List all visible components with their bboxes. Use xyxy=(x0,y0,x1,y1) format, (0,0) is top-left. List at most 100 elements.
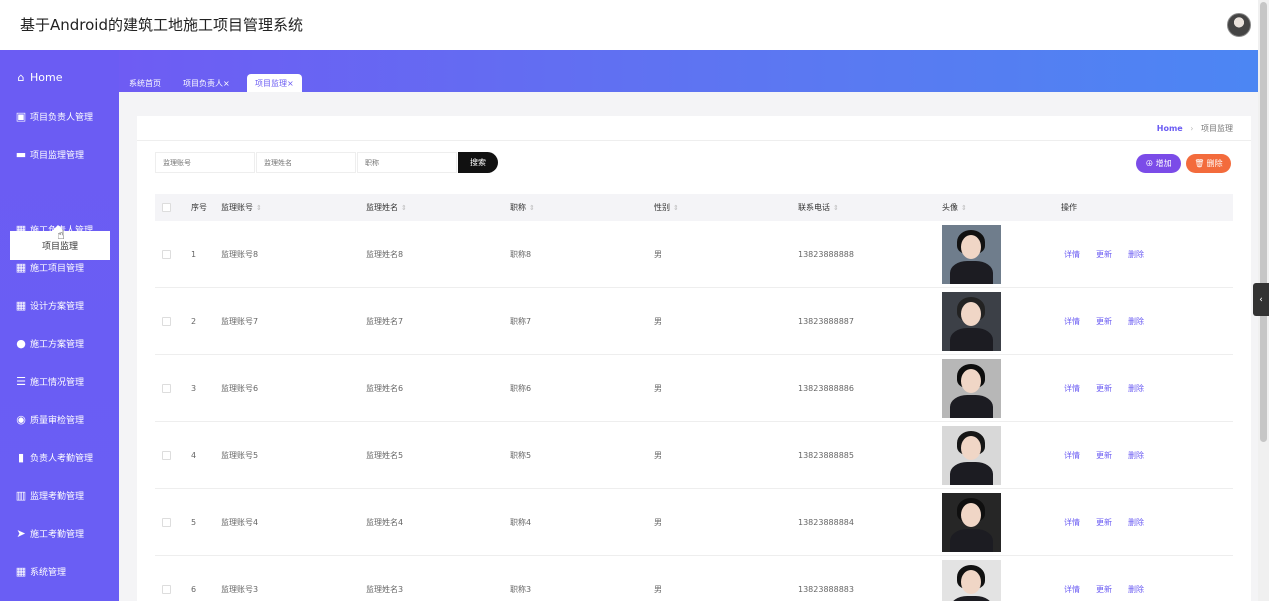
sidebar-item-label: 质量审检管理 xyxy=(30,415,85,426)
cell-account: 监理账号8 xyxy=(221,249,259,259)
delete-link[interactable]: 删除 xyxy=(1128,584,1144,595)
header-name[interactable]: 监理姓名 ⇕ xyxy=(366,194,407,221)
collapse-panel-icon[interactable]: ‹ xyxy=(1253,283,1269,316)
sidebar-item-supervisor-attendance[interactable]: ▥ 监理考勤管理 xyxy=(0,480,119,510)
update-link[interactable]: 更新 xyxy=(1096,316,1112,327)
sidebar-item-construction-leader[interactable]: ▦ 施工负责人管理 xyxy=(0,214,119,244)
detail-link[interactable]: 详情 xyxy=(1064,517,1080,528)
sidebar-item-design-plan[interactable]: ▦ 设计方案管理 xyxy=(0,290,119,320)
photo-face xyxy=(961,368,981,393)
add-button[interactable]: ⊕ 增加 xyxy=(1136,154,1181,173)
header-account[interactable]: 监理账号 ⇕ xyxy=(221,194,262,221)
delete-button[interactable]: 🗑 删除 xyxy=(1186,154,1231,173)
select-all-checkbox[interactable] xyxy=(162,194,171,221)
cell-gender: 男 xyxy=(654,316,662,326)
sidebar-item-home[interactable]: ⌂ Home xyxy=(0,62,119,92)
breadcrumb: Home › 项目监理 xyxy=(1157,123,1233,134)
sidebar-item-quality-check[interactable]: ◉ 质量审检管理 xyxy=(0,404,119,434)
detail-link[interactable]: 详情 xyxy=(1064,316,1080,327)
sidebar-item-construction-attendance[interactable]: ➤ 施工考勤管理 xyxy=(0,518,119,548)
update-link[interactable]: 更新 xyxy=(1096,450,1112,461)
grid-icon: ▦ xyxy=(15,260,27,274)
user-avatar[interactable] xyxy=(1227,13,1251,37)
cell-no: 4 xyxy=(191,450,197,460)
grid-icon: ▦ xyxy=(15,564,27,578)
cell-account: 监理账号5 xyxy=(221,450,259,460)
photo-body xyxy=(950,528,993,552)
sidebar-item-label: 施工方案管理 xyxy=(30,339,85,350)
delete-link[interactable]: 删除 xyxy=(1128,249,1144,260)
row-checkbox[interactable] xyxy=(162,422,171,488)
search-button[interactable]: 搜索 xyxy=(458,152,498,173)
table-row: 1 监理账号8 监理姓名8 职称8 男 13823888888 详情 更新 删除 xyxy=(155,221,1233,288)
sidebar-item-construction-project[interactable]: ▦ 施工项目管理 xyxy=(0,252,119,282)
row-actions: 详情 更新 删除 xyxy=(1064,355,1160,421)
header-label: 职称 xyxy=(510,203,526,212)
header-phone[interactable]: 联系电话 ⇕ xyxy=(798,194,839,221)
scrollbar-thumb[interactable] xyxy=(1260,2,1267,442)
sidebar-item-label: 施工情况管理 xyxy=(30,377,85,388)
supervisor-name-input[interactable] xyxy=(256,152,356,173)
title-input[interactable] xyxy=(357,152,457,173)
sidebar-item-label: 监理考勤管理 xyxy=(30,491,85,502)
header-title[interactable]: 职称 ⇕ xyxy=(510,194,535,221)
sidebar-item-label: 设计方案管理 xyxy=(30,301,85,312)
row-checkbox[interactable] xyxy=(162,556,171,601)
cell-gender: 男 xyxy=(654,249,662,259)
cell-no: 1 xyxy=(191,249,197,259)
sidebar-item-system[interactable]: ▦ 系统管理 xyxy=(0,556,119,586)
cell-gender: 男 xyxy=(654,383,662,393)
sidebar-item-leader-attendance[interactable]: ▮ 负责人考勤管理 xyxy=(0,442,119,472)
row-actions: 详情 更新 删除 xyxy=(1064,288,1160,354)
user-icon: ● xyxy=(16,336,26,350)
sidebar-item-supervisor[interactable]: ▬ 项目监理管理 xyxy=(0,139,119,169)
sidebar-item-construction-status[interactable]: ☰ 施工情况管理 xyxy=(0,366,119,396)
breadcrumb-separator: › xyxy=(1190,124,1194,133)
cell-name: 监理姓名7 xyxy=(366,316,404,326)
tab-project-leader[interactable]: 项目负责人× xyxy=(183,74,230,92)
cell-no: 6 xyxy=(191,584,197,594)
top-header: 基于Android的建筑工地施工项目管理系统 xyxy=(0,0,1258,50)
sidebar-item-project-leader[interactable]: ▣ 项目负责人管理 xyxy=(0,101,119,131)
update-link[interactable]: 更新 xyxy=(1096,383,1112,394)
cell-gender: 男 xyxy=(654,517,662,527)
table-row: 2 监理账号7 监理姓名7 职称7 男 13823888887 详情 更新 删除 xyxy=(155,288,1233,355)
supervisor-photo xyxy=(942,425,1001,485)
delete-link[interactable]: 删除 xyxy=(1128,517,1144,528)
detail-link[interactable]: 详情 xyxy=(1064,450,1080,461)
cell-phone: 13823888883 xyxy=(798,584,854,594)
breadcrumb-home[interactable]: Home xyxy=(1157,124,1183,133)
row-checkbox[interactable] xyxy=(162,355,171,421)
detail-link[interactable]: 详情 xyxy=(1064,383,1080,394)
detail-link[interactable]: 详情 xyxy=(1064,249,1080,260)
cell-title: 职称6 xyxy=(510,383,532,393)
delete-link[interactable]: 删除 xyxy=(1128,450,1144,461)
table-row: 4 监理账号5 监理姓名5 职称5 男 13823888885 详情 更新 删除 xyxy=(155,422,1233,489)
tab-supervisor[interactable]: 项目监理× xyxy=(247,74,302,92)
cell-no: 2 xyxy=(191,316,197,326)
header-gender[interactable]: 性别 ⇕ xyxy=(654,194,679,221)
avatar-cell xyxy=(942,489,1001,555)
chart-icon: ▥ xyxy=(15,488,27,502)
header-label: 联系电话 xyxy=(798,203,830,212)
update-link[interactable]: 更新 xyxy=(1096,249,1112,260)
avatar-cell xyxy=(942,221,1001,287)
row-checkbox[interactable] xyxy=(162,221,171,287)
header-label: 监理账号 xyxy=(221,203,253,212)
photo-body xyxy=(950,394,993,418)
row-checkbox[interactable] xyxy=(162,489,171,555)
avatar-cell xyxy=(942,422,1001,488)
grid-icon: ▦ xyxy=(15,298,27,312)
delete-link[interactable]: 删除 xyxy=(1128,316,1144,327)
row-checkbox[interactable] xyxy=(162,288,171,354)
header-photo[interactable]: 头像 ⇕ xyxy=(942,194,967,221)
detail-link[interactable]: 详情 xyxy=(1064,584,1080,595)
update-link[interactable]: 更新 xyxy=(1096,517,1112,528)
delete-link[interactable]: 删除 xyxy=(1128,383,1144,394)
avatar-cell xyxy=(942,556,1001,601)
tab-home[interactable]: 系统首页 xyxy=(129,74,161,92)
supervisor-account-input[interactable] xyxy=(155,152,255,173)
update-link[interactable]: 更新 xyxy=(1096,584,1112,595)
cell-name: 监理姓名4 xyxy=(366,517,404,527)
sidebar-item-construction-plan[interactable]: ● 施工方案管理 xyxy=(0,328,119,358)
